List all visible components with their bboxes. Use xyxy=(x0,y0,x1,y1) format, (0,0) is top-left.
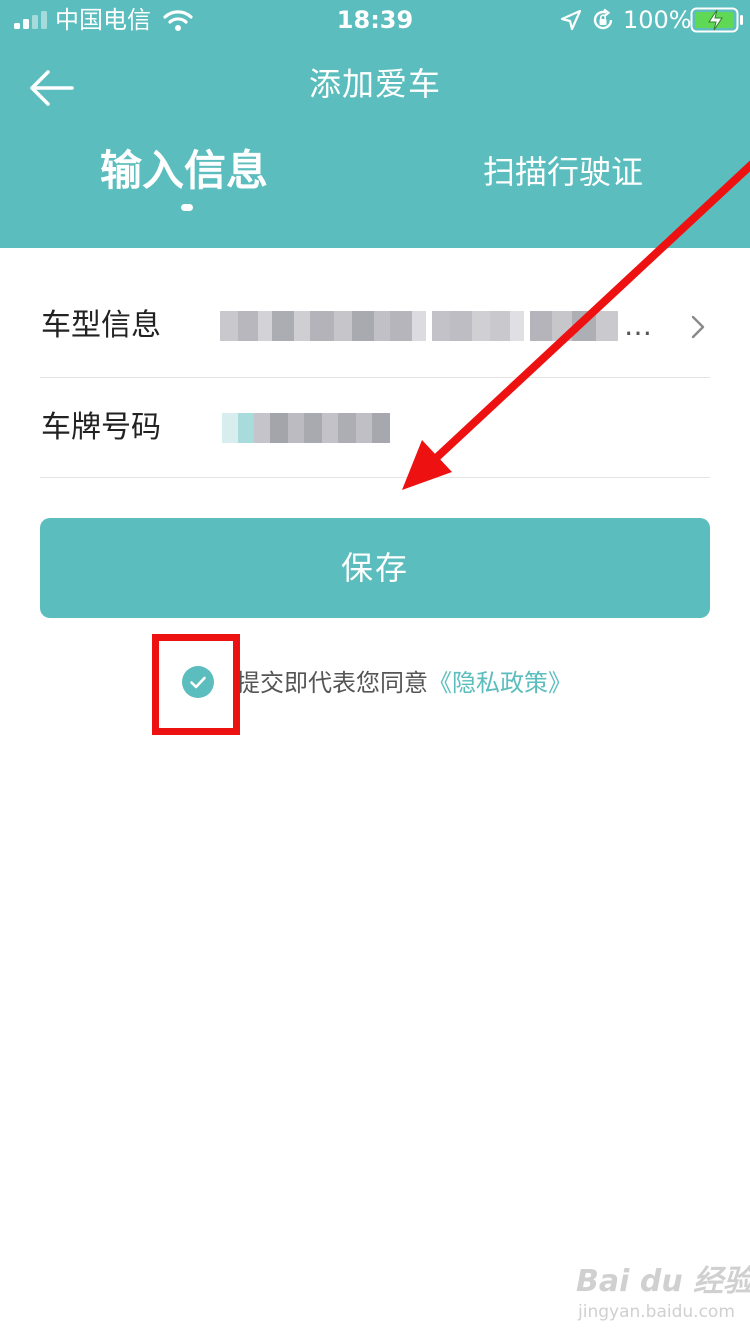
agreement-text: 提交即代表您同意《隐私政策》 xyxy=(236,663,572,703)
active-tab-indicator xyxy=(181,204,193,211)
car-model-label: 车型信息 xyxy=(41,308,161,343)
status-bar: 中国电信 18:39 100% xyxy=(0,0,750,40)
header-bar: 中国电信 18:39 100% 添加爱车 输入信息 扫描行驶证 xyxy=(0,0,750,248)
car-model-value-blurred[interactable] xyxy=(220,311,620,341)
privacy-policy-link[interactable]: 《隐私政策》 xyxy=(428,669,572,697)
car-model-ellipsis: … xyxy=(624,309,652,342)
watermark-logo: Bai du 经验 xyxy=(576,1264,750,1299)
divider xyxy=(40,477,710,478)
plate-number-value-blurred[interactable] xyxy=(222,413,392,443)
divider xyxy=(40,377,710,378)
save-button[interactable]: 保存 xyxy=(40,518,710,618)
rotation-lock-icon xyxy=(593,8,613,30)
watermark-url: jingyan.baidu.com xyxy=(578,1302,735,1322)
battery-icon xyxy=(690,7,743,33)
location-icon xyxy=(560,9,582,31)
annotation-highlight-box xyxy=(152,634,240,735)
battery-percent: 100% xyxy=(623,6,692,34)
plate-number-label: 车牌号码 xyxy=(41,410,161,445)
chevron-right-icon[interactable] xyxy=(686,313,710,341)
agreement-prefix: 提交即代表您同意 xyxy=(236,669,428,697)
tab-input-info[interactable]: 输入信息 xyxy=(100,143,268,199)
tab-scan-license[interactable]: 扫描行驶证 xyxy=(483,152,643,192)
page-title: 添加爱车 xyxy=(308,65,441,103)
